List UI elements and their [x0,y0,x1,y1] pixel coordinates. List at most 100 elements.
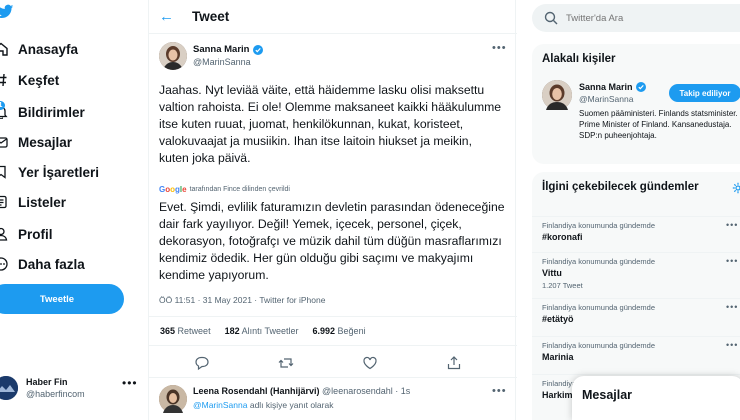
author-handle[interactable]: @MarinSanna [193,57,251,67]
tweet-actions [149,346,517,378]
reply-to-handle[interactable]: @MarinSanna [193,400,247,410]
trend-context: Finlandiya konumunda gündemde [542,257,655,266]
trend-topic: #etätyö [542,314,574,324]
trend-topic: Marinia [542,352,574,362]
like-stat-label: Beğeni [337,326,366,336]
account-name: Haber Fin [26,377,68,387]
like-count: 6.992 [312,326,336,336]
author-name-text: Sanna Marin [193,44,250,55]
nav-explore[interactable]: Keşfet [0,68,59,92]
account-handle: @haberfincom [26,389,85,399]
trend-context: Finlandiya konumunda gündemde [542,341,655,350]
reply-to-suffix: adlı kişiye yanıt olarak [249,400,334,410]
trend-context: Finlandiya konumunda gündemde [542,303,655,312]
nav-home[interactable]: Anasayfa [0,37,78,61]
google-logo: Google [159,185,187,194]
related-name[interactable]: Sanna Marin [579,82,646,92]
nav-explore-label: Keşfet [18,72,60,88]
trend-more-icon[interactable]: ••• [726,256,738,266]
nav-lists[interactable]: Listeler [0,190,66,214]
trend-item[interactable]: Finlandiya konumunda gündemde #etätyö ••… [532,298,740,336]
trend-more-icon[interactable]: ••• [726,340,738,350]
trend-context: Finlandiya konumunda gündemde [542,221,655,230]
tweet-more-icon[interactable]: ••• [492,42,507,54]
reply-more-icon[interactable]: ••• [492,385,507,397]
trend-count: 1.207 Tweet [542,281,583,290]
nav-bookmarks-label: Yer İşaretleri [18,164,100,180]
nav-profile[interactable]: Profil [0,222,53,246]
author-avatar[interactable] [159,42,187,70]
related-bio: Suomen pääministeri. Finlands statsminis… [579,109,738,140]
nav-profile-label: Profil [18,226,53,242]
related-handle[interactable]: @MarinSanna [579,94,633,104]
trend-topic: #koronafi [542,232,583,242]
left-sidebar: Anasayfa Keşfet 11 Bildirimler Mesajlar … [0,0,148,420]
related-people-panel: Alakalı kişiler Sanna Marin @MarinSanna … [532,44,740,164]
like-stat[interactable]: 6.992 Beğeni [313,326,366,336]
search-input[interactable] [566,10,740,26]
verified-badge-icon [635,82,646,92]
nav-notifications-label: Bildirimler [18,104,85,120]
right-sidebar: Alakalı kişiler Sanna Marin @MarinSanna … [516,0,740,420]
nav-bookmarks[interactable]: Yer İşaretleri [0,160,99,184]
nav-messages[interactable]: Mesajlar [0,130,72,154]
tweet-meta: ÖÖ 11:51 · 31 May 2021 · Twitter for iPh… [159,295,326,305]
reply-icon[interactable] [194,355,210,371]
reply-author-handle: @leenarosendahl · 1s [322,386,411,396]
reply-author[interactable]: Leena Rosendahl (Hanhijärvi) @leenarosen… [193,386,410,396]
retweet-count: 365 [160,326,176,336]
related-people-title: Alakalı kişiler [542,53,616,65]
tweet-stats: 365 Retweet 182 Alıntı Tweetler 6.992 Be… [149,316,517,346]
related-avatar[interactable] [542,80,572,110]
search-box[interactable] [532,4,740,32]
mail-icon [0,133,8,151]
settings-gear-icon[interactable] [732,182,740,194]
quote-stat[interactable]: 182 Alıntı Tweetler [225,326,299,336]
tweet-translation: Evet. Şimdi, evlilik faturamızın devleti… [159,200,505,282]
profile-icon [0,225,8,243]
nav-messages-label: Mesajlar [18,134,73,150]
page-title: Tweet [192,9,230,24]
trend-more-icon[interactable]: ••• [726,302,738,312]
reply-to-line: @MarinSanna adlı kişiye yanıt olarak [193,400,333,410]
retweet-stat[interactable]: 365 Retweet [160,326,211,336]
trends-title: İlgini çekebilecek gündemler [542,181,699,193]
retweet-stat-label: Retweet [177,326,211,336]
bell-icon: 11 [0,101,8,121]
reply-avatar[interactable] [159,385,187,413]
back-arrow-icon[interactable]: ← [159,8,174,25]
trend-more-icon[interactable]: ••• [726,220,738,230]
trend-item[interactable]: Finlandiya konumunda gündemde Vittu 1.20… [532,252,740,298]
quote-count: 182 [224,326,240,336]
nav-more[interactable]: Daha fazla [0,252,85,276]
share-icon[interactable] [446,355,462,371]
account-more-icon[interactable]: ••• [122,376,138,390]
account-avatar [0,376,18,400]
trend-item[interactable]: Finlandiya konumunda gündemde #koronafi … [532,216,740,252]
list-icon [0,193,8,211]
trend-topic: Harkim [542,390,573,400]
verified-badge-icon [252,44,263,55]
related-name-text: Sanna Marin [579,82,633,92]
trend-item[interactable]: Finlandiya konumunda gündemde Marinia ••… [532,336,740,374]
retweet-icon[interactable] [278,355,294,371]
nav-notifications[interactable]: 11 Bildirimler [0,100,85,124]
home-icon [0,40,8,58]
twitter-logo-icon[interactable] [0,4,14,20]
more-circle-icon [0,255,8,273]
messages-drawer[interactable]: Mesajlar [572,376,740,420]
translation-notice-text: tarafından Fince dilinden çevrildi [189,186,290,193]
tweet-button[interactable]: Tweetle [0,284,124,314]
author-name[interactable]: Sanna Marin [193,44,263,55]
page-header: ← Tweet [149,0,517,34]
translation-notice: Google tarafından Fince dilinden çevrild… [159,185,290,194]
like-icon[interactable] [362,355,378,371]
quote-stat-label: Alıntı Tweetler [241,326,299,336]
trend-topic: Vittu [542,268,562,278]
messages-drawer-title: Mesajlar [582,388,633,402]
reply-author-name: Leena Rosendahl (Hanhijärvi) [193,386,320,396]
following-button[interactable]: Takip ediliyor [669,84,740,102]
search-icon [544,11,558,25]
account-switcher[interactable]: Haber Fin @haberfincom ••• [0,372,148,408]
tweet-text: Jaahas. Nyt leviää väite, että häidemme … [159,83,502,165]
